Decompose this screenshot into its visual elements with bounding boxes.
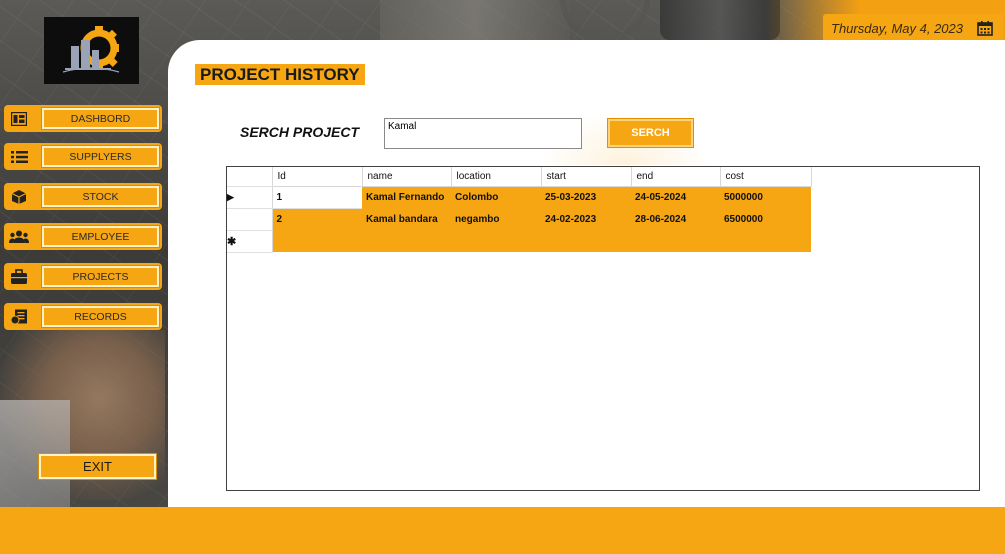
search-label: SERCH PROJECT (240, 124, 360, 140)
footer-bar (0, 507, 1005, 554)
list-icon (4, 143, 34, 170)
row-header-corner (227, 167, 273, 187)
records-icon (4, 303, 34, 330)
sidebar-item-label: STOCK (41, 185, 160, 208)
page-title: PROJECT HISTORY (195, 64, 365, 85)
date-text: Thursday, May 4, 2023 (831, 20, 963, 36)
column-header-id[interactable]: Id (272, 167, 363, 187)
sidebar-item-label: EMPLOYEE (41, 225, 160, 248)
table-row[interactable]: ▶ 1 Kamal Fernando Colombo 25-03-2023 24… (227, 186, 811, 209)
column-header-cost[interactable]: cost (720, 167, 812, 187)
app-logo (44, 17, 139, 84)
grid-cell-empty[interactable] (541, 230, 631, 252)
sidebar-item-projects[interactable]: PROJECTS (4, 263, 162, 290)
sidebar-item-label: SUPPLYERS (41, 145, 160, 168)
sidebar-item-label: PROJECTS (41, 265, 160, 288)
grid-cell-name[interactable]: Kamal bandara (362, 208, 451, 230)
box-icon (4, 183, 34, 210)
grid-cell-start[interactable]: 24-02-2023 (541, 208, 631, 230)
magnifier-decor (560, 0, 650, 40)
grid-cell-cost[interactable]: 6500000 (720, 208, 811, 230)
calendar-icon[interactable] (977, 20, 993, 36)
dashboard-icon (4, 105, 34, 132)
new-row[interactable]: ✱ (227, 230, 811, 253)
sidebar-item-label: DASHBORD (41, 107, 160, 130)
sidebar-item-dashboard[interactable]: DASHBORD (4, 105, 162, 132)
people-icon (4, 223, 34, 250)
grid-cell-empty[interactable] (720, 230, 811, 252)
search-input[interactable] (384, 118, 582, 149)
briefcase-icon (4, 263, 34, 290)
grid-cell-id[interactable]: 2 (272, 208, 362, 230)
grid-cell-id[interactable]: 1 (272, 186, 362, 209)
date-display: Thursday, May 4, 2023 (823, 14, 1003, 42)
row-header (227, 208, 273, 231)
gear-building-logo-icon (62, 25, 119, 73)
grid-cell-empty[interactable] (272, 230, 362, 252)
sidebar-item-records[interactable]: RECORDS (4, 303, 162, 330)
grid-cell-location[interactable]: negambo (451, 208, 541, 230)
sidebar-item-employee[interactable]: EMPLOYEE (4, 223, 162, 250)
grid-cell-empty[interactable] (451, 230, 541, 252)
new-row-asterisk-icon: ✱ (227, 230, 273, 253)
project-history-grid[interactable]: Id name location start end cost ▶ 1 Kama… (226, 166, 980, 491)
column-header-location[interactable]: location (451, 167, 542, 187)
grid-cell-empty[interactable] (631, 230, 720, 252)
search-button[interactable]: SERCH (607, 118, 694, 148)
grid-header-row: Id name location start end cost (227, 167, 812, 187)
grid-cell-end[interactable]: 28-06-2024 (631, 208, 720, 230)
pencils-decor (380, 0, 570, 40)
grid-cell-end[interactable]: 24-05-2024 (631, 186, 720, 208)
current-row-arrow-icon: ▶ (227, 186, 273, 209)
sidebar-item-label: RECORDS (41, 305, 160, 328)
exit-button[interactable]: EXIT (38, 453, 157, 480)
grid-cell-location[interactable]: Colombo (451, 186, 541, 208)
grid-cell-cost[interactable]: 5000000 (720, 186, 811, 208)
grid-cell-name[interactable]: Kamal Fernando (362, 186, 451, 208)
grid-cell-start[interactable]: 25-03-2023 (541, 186, 631, 208)
table-row[interactable]: 2 Kamal bandara negambo 24-02-2023 28-06… (227, 208, 811, 231)
sidebar-item-stock[interactable]: STOCK (4, 183, 162, 210)
column-header-start[interactable]: start (541, 167, 632, 187)
column-header-name[interactable]: name (362, 167, 452, 187)
column-header-end[interactable]: end (631, 167, 721, 187)
calculator-decor (660, 0, 780, 40)
sidebar-item-suppliers[interactable]: SUPPLYERS (4, 143, 162, 170)
grid-cell-empty[interactable] (362, 230, 451, 252)
